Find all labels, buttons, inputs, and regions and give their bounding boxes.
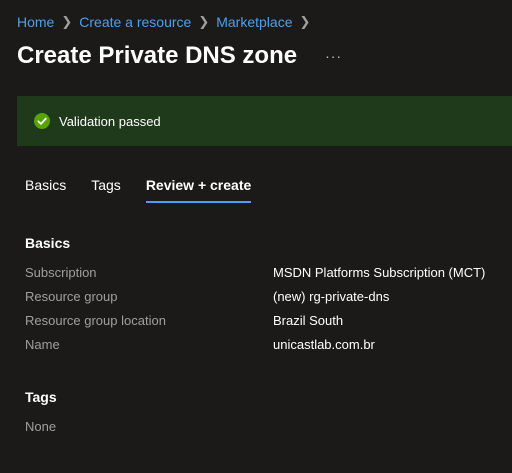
row-value: MSDN Platforms Subscription (MCT)	[273, 265, 486, 280]
row-value: Brazil South	[273, 313, 344, 328]
tags-value: None	[25, 419, 57, 434]
breadcrumb-home[interactable]: Home	[17, 12, 54, 32]
more-options-button[interactable]: ···	[325, 48, 342, 64]
tab-basics[interactable]: Basics	[25, 175, 66, 203]
chevron-right-icon: ❯	[198, 14, 210, 29]
section-heading-basics: Basics	[25, 235, 71, 251]
row-label: Resource group location	[25, 313, 166, 328]
section-heading-tags: Tags	[25, 389, 57, 405]
page-title: Create Private DNS zone	[17, 42, 298, 69]
row-label: Name	[25, 337, 60, 352]
validation-banner: Validation passed	[17, 96, 512, 146]
breadcrumb-create-a-resource[interactable]: Create a resource	[79, 12, 191, 32]
row-label: Subscription	[25, 265, 97, 280]
validation-message: Validation passed	[59, 113, 161, 129]
row-value: unicastlab.com.br	[273, 337, 375, 352]
row-value: (new) rg-private-dns	[273, 289, 390, 304]
tab-tags[interactable]: Tags	[91, 175, 121, 203]
chevron-right-icon: ❯	[299, 14, 311, 29]
breadcrumb: Home ❯ Create a resource ❯ Marketplace ❯	[17, 12, 317, 32]
title-row: Create Private DNS zone ···	[17, 40, 342, 72]
check-circle-icon	[34, 113, 50, 129]
breadcrumb-marketplace[interactable]: Marketplace	[216, 12, 292, 32]
tab-bar: Basics Tags Review + create	[25, 175, 276, 203]
row-label: Resource group	[25, 289, 118, 304]
tab-review-create[interactable]: Review + create	[145, 175, 252, 203]
chevron-right-icon: ❯	[61, 14, 73, 29]
